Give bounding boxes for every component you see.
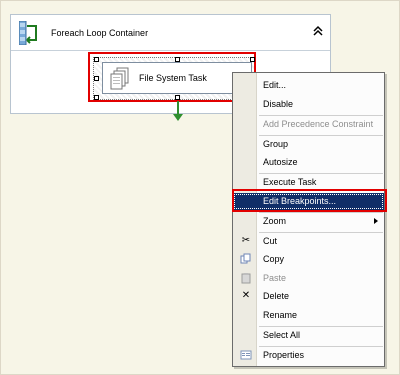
delete-x-icon: ✕ xyxy=(241,290,251,301)
scissors-icon: ✂ xyxy=(241,235,251,246)
submenu-arrow-icon xyxy=(374,218,378,224)
menu-item-label: Rename xyxy=(263,310,298,320)
menu-item-add-precedence-constraint: Add Precedence Constraint xyxy=(233,116,384,133)
menu-item-label: Paste xyxy=(263,273,287,283)
menu-item-autosize[interactable]: Autosize xyxy=(233,154,384,171)
menu-item-edit[interactable]: Edit... xyxy=(233,77,384,94)
copy-icon xyxy=(239,252,253,266)
task-highlight-box xyxy=(88,52,256,102)
container-title: Foreach Loop Container xyxy=(51,28,149,38)
double-chevron-up-icon[interactable] xyxy=(312,23,324,39)
resize-handle[interactable] xyxy=(94,76,99,81)
menu-item-label: Edit... xyxy=(263,80,287,90)
menu-item-delete[interactable]: ✕ Delete xyxy=(233,288,384,305)
menu-item-label: Select All xyxy=(263,330,301,340)
menu-item-zoom[interactable]: Zoom xyxy=(233,213,384,230)
menu-item-label: Execute Task xyxy=(263,177,317,187)
menu-item-label: Copy xyxy=(263,254,285,264)
context-menu[interactable]: Edit... Disable Add Precedence Constrain… xyxy=(232,72,385,367)
resize-handle[interactable] xyxy=(250,57,255,62)
menu-item-label: Autosize xyxy=(263,157,298,167)
menu-item-disable[interactable]: Disable xyxy=(233,96,384,113)
properties-icon xyxy=(239,348,253,362)
container-header[interactable]: Foreach Loop Container xyxy=(11,15,330,51)
menu-item-label: Properties xyxy=(263,350,305,360)
menu-item-label: Add Precedence Constraint xyxy=(263,119,374,129)
resize-handle[interactable] xyxy=(94,95,99,100)
menu-item-label: Group xyxy=(263,139,289,149)
menu-item-copy[interactable]: Copy xyxy=(233,251,384,268)
resize-handle[interactable] xyxy=(94,57,99,62)
menu-item-label: Zoom xyxy=(263,216,287,226)
menu-item-cut[interactable]: ✂ Cut xyxy=(233,233,384,250)
menu-item-rename[interactable]: Rename xyxy=(233,307,384,324)
menu-item-paste: Paste xyxy=(233,270,384,287)
menu-item-properties[interactable]: Properties xyxy=(233,347,384,364)
resize-handle[interactable] xyxy=(175,95,180,100)
menu-item-label: Disable xyxy=(263,99,294,109)
menu-item-select-all[interactable]: Select All xyxy=(233,327,384,344)
resize-handle[interactable] xyxy=(175,57,180,62)
menu-item-label: Delete xyxy=(263,291,290,301)
connector-arrow-icon xyxy=(173,114,183,121)
paste-icon xyxy=(239,271,253,285)
foreach-loop-icon xyxy=(18,20,39,46)
menu-item-group[interactable]: Group xyxy=(233,136,384,153)
menu-item-label: Cut xyxy=(263,236,278,246)
menu-highlight-box xyxy=(232,189,387,212)
